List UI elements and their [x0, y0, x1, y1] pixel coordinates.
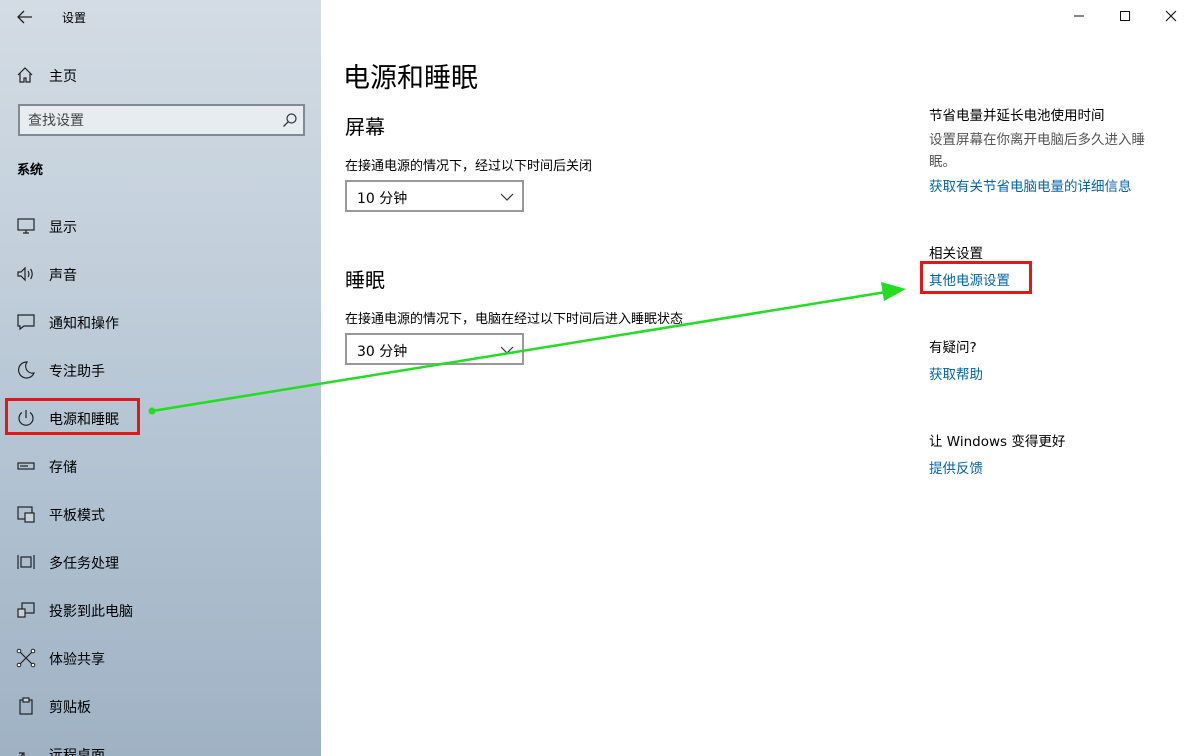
remote-desktop-icon — [19, 752, 25, 756]
sidebar-item-remote-desktop[interactable]: 远程桌面 — [0, 732, 321, 756]
clipboard-icon — [19, 697, 33, 715]
monitor-icon — [17, 218, 35, 234]
sidebar-item-project[interactable]: 投影到此电脑 — [0, 588, 321, 632]
sidebar-item-sound[interactable]: 声音 — [0, 252, 321, 296]
sidebar-item-clipboard[interactable]: 剪贴板 — [0, 684, 321, 728]
sidebar-item-label: 主页 — [49, 69, 77, 85]
close-button[interactable] — [1148, 0, 1194, 32]
section-title: 系统 — [17, 163, 44, 178]
search-box[interactable] — [18, 104, 305, 136]
home-icon — [17, 67, 33, 83]
sidebar-item-multitasking[interactable]: 多任务处理 — [0, 540, 321, 584]
sidebar-item-label: 体验共享 — [49, 652, 105, 668]
share-icon — [16, 648, 36, 668]
notification-icon — [17, 314, 35, 331]
project-icon — [17, 602, 35, 618]
sidebar: 设置 主页 系统 显示 声音 通知和操作 专注助手 电源和睡眠 存储 平板模式 … — [0, 0, 321, 756]
search-input[interactable] — [28, 111, 268, 131]
tablet-icon — [17, 506, 35, 523]
sidebar-item-label: 显示 — [49, 220, 77, 236]
back-button[interactable] — [10, 4, 40, 30]
storage-icon — [17, 462, 35, 470]
chevron-down-icon — [500, 193, 514, 201]
sidebar-item-storage[interactable]: 存储 — [0, 444, 321, 488]
sidebar-item-label: 平板模式 — [49, 508, 105, 524]
sidebar-item-label: 剪贴板 — [49, 700, 91, 716]
page-title: 电源和睡眠 — [343, 63, 478, 94]
sleep-timeout-dropdown[interactable]: 30 分钟 — [345, 333, 524, 365]
back-arrow-icon — [17, 10, 32, 24]
sidebar-item-shared-experiences[interactable]: 体验共享 — [0, 636, 321, 680]
maximize-icon — [1120, 11, 1130, 21]
sidebar-item-display[interactable]: 显示 — [0, 204, 321, 248]
related-settings-heading: 相关设置 — [929, 246, 983, 262]
sidebar-item-label: 通知和操作 — [49, 316, 119, 332]
sleep-heading: 睡眠 — [345, 268, 385, 292]
chevron-down-icon — [500, 346, 514, 354]
sleep-description: 在接通电源的情况下，电脑在经过以下时间后进入睡眠状态 — [345, 312, 684, 327]
app-title: 设置 — [62, 11, 87, 25]
annotation-highlight-power-settings — [920, 261, 1032, 294]
sidebar-item-notifications[interactable]: 通知和操作 — [0, 300, 321, 344]
save-power-text: 设置屏幕在你离开电脑后多久进入睡眠。 — [929, 132, 1145, 170]
maximize-button[interactable] — [1102, 0, 1148, 32]
sidebar-item-label: 声音 — [49, 268, 77, 284]
save-power-heading: 节省电量并延长电池使用时间 — [929, 108, 1105, 124]
sidebar-item-label: 专注助手 — [49, 364, 105, 380]
moon-icon — [18, 361, 35, 379]
close-icon — [1165, 10, 1177, 22]
sidebar-item-label: 投影到此电脑 — [49, 604, 133, 620]
sidebar-item-tablet-mode[interactable]: 平板模式 — [0, 492, 321, 536]
screen-description: 在接通电源的情况下，经过以下时间后关闭 — [345, 159, 593, 174]
screen-heading: 屏幕 — [345, 115, 385, 139]
screen-timeout-dropdown[interactable]: 10 分钟 — [345, 180, 524, 212]
sidebar-item-label: 远程桌面 — [49, 748, 105, 756]
annotation-highlight-power-sleep — [5, 398, 140, 435]
sidebar-item-home[interactable]: 主页 — [0, 58, 321, 90]
questions-heading: 有疑问? — [929, 340, 977, 356]
save-power-link[interactable]: 获取有关节省电脑电量的详细信息 — [929, 175, 1132, 195]
minimize-button[interactable] — [1056, 0, 1102, 32]
search-icon[interactable] — [282, 112, 298, 128]
get-help-link[interactable]: 获取帮助 — [929, 363, 983, 383]
sidebar-item-focus-assist[interactable]: 专注助手 — [0, 348, 321, 392]
title-bar: 设置 — [0, 0, 321, 34]
sidebar-item-label: 多任务处理 — [49, 556, 119, 572]
sleep-timeout-value: 30 分钟 — [357, 344, 408, 360]
sidebar-item-label: 存储 — [49, 460, 77, 476]
multitask-icon — [17, 555, 35, 569]
feedback-heading: 让 Windows 变得更好 — [929, 434, 1066, 450]
minimize-icon — [1074, 15, 1084, 17]
give-feedback-link[interactable]: 提供反馈 — [929, 457, 983, 477]
speaker-icon — [17, 266, 33, 282]
screen-timeout-value: 10 分钟 — [357, 191, 408, 207]
